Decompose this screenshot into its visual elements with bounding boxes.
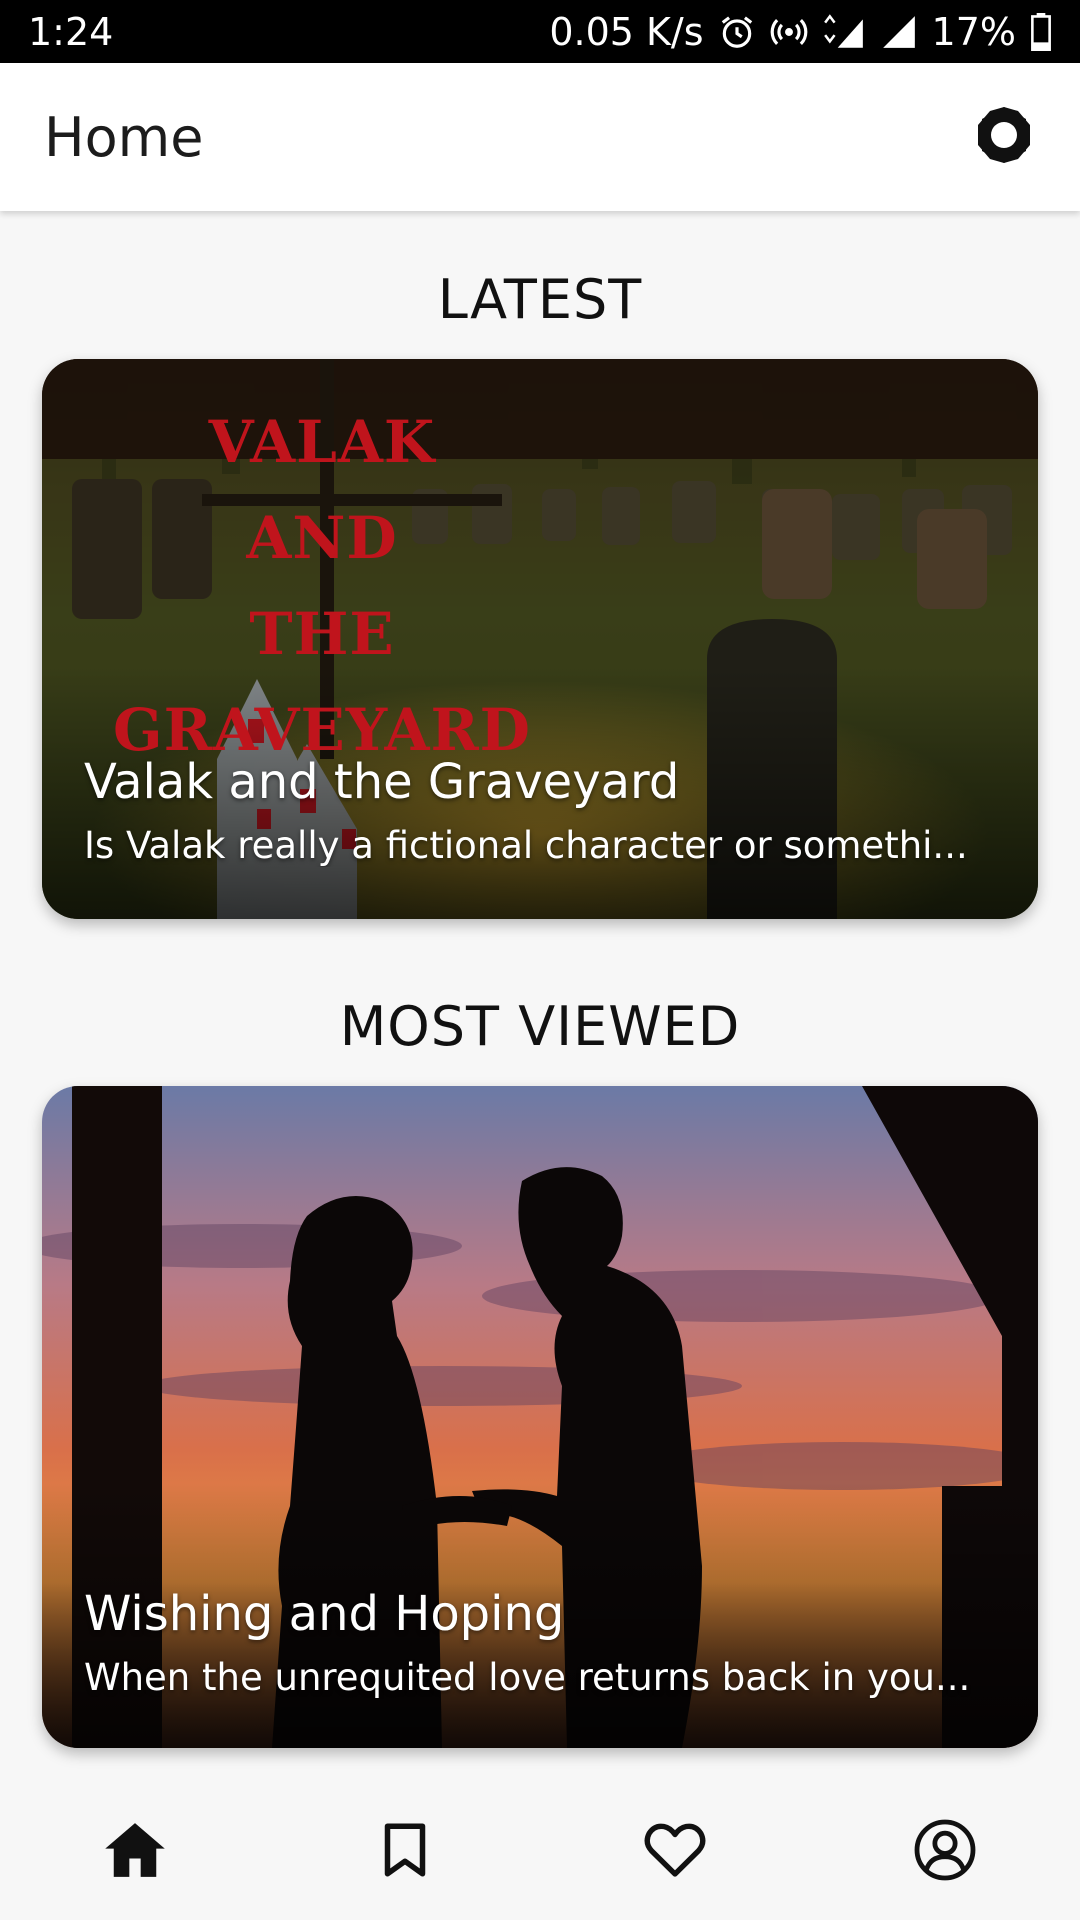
nav-profile[interactable]	[885, 1800, 1005, 1900]
most-viewed-card-text: Wishing and Hoping When the unrequited l…	[84, 1586, 996, 1699]
net-speed: 0.05 K/s	[549, 9, 704, 54]
status-time: 1:24	[28, 9, 114, 54]
home-icon	[105, 1823, 165, 1877]
nav-home[interactable]	[75, 1800, 195, 1900]
status-bar: 1:24 0.05 K/s 17%	[0, 0, 1080, 63]
most-viewed-card-title: Wishing and Hoping	[84, 1586, 565, 1642]
settings-button[interactable]	[972, 103, 1036, 171]
battery-percent: 17%	[931, 9, 1016, 54]
latest-story-card[interactable]: VALAK AND THE GRAVEYARD Valak and the Gr…	[42, 359, 1038, 919]
cover-line-2: AND	[246, 504, 398, 572]
nav-bookmarks[interactable]	[345, 1800, 465, 1900]
bottom-nav	[0, 1780, 1080, 1920]
cover-line-1: VALAK	[208, 408, 436, 476]
hotspot-icon	[770, 13, 808, 51]
section-heading-latest: LATEST	[437, 268, 643, 331]
page-title: Home	[44, 105, 204, 169]
most-viewed-card-subtitle: When the unrequited love returns back in…	[84, 1656, 971, 1699]
battery-icon	[1030, 12, 1052, 51]
section-heading-most-viewed: MOST VIEWED	[339, 995, 741, 1058]
signal-icon	[880, 13, 918, 51]
cover-line-3: THE GRAVEYARD	[113, 600, 531, 764]
app-bar: Home	[0, 63, 1080, 211]
gear-icon	[978, 107, 1030, 163]
profile-icon	[914, 1819, 976, 1881]
latest-card-text: Valak and the Graveyard Is Valak really …	[84, 754, 996, 867]
latest-card-title: Valak and the Graveyard	[84, 754, 680, 810]
alarm-icon	[718, 13, 756, 51]
most-viewed-story-card[interactable]: Wishing and Hoping When the unrequited l…	[42, 1086, 1038, 1748]
cover-title-art: VALAK AND THE GRAVEYARD	[92, 394, 552, 778]
bookmark-icon	[384, 1823, 426, 1877]
heart-icon	[644, 1823, 706, 1877]
nav-favorites[interactable]	[615, 1800, 735, 1900]
latest-card-subtitle: Is Valak really a fictional character or…	[84, 824, 968, 867]
cellular-4g-icon	[822, 13, 866, 51]
status-icons: 0.05 K/s 17%	[549, 10, 1052, 54]
